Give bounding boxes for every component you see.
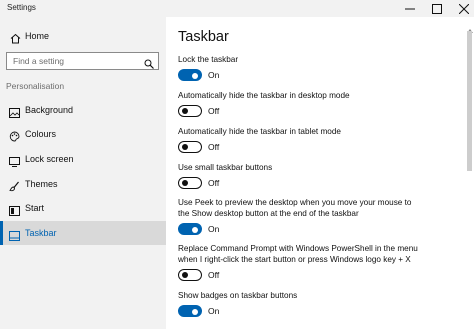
- close-button[interactable]: [451, 0, 474, 17]
- setting-autohide-tablet: Automatically hide the taskbar in tablet…: [178, 126, 458, 155]
- autohide-tablet-toggle[interactable]: [178, 141, 202, 153]
- close-icon: [459, 3, 469, 14]
- minimize-button[interactable]: [397, 0, 423, 17]
- search-placeholder: Find a setting: [13, 56, 65, 66]
- main-content: Taskbar Lock the taskbar On Automaticall…: [166, 17, 466, 329]
- setting-label: Replace Command Prompt with Windows Powe…: [178, 244, 418, 264]
- maximize-icon: [432, 3, 442, 14]
- sidebar-item-lock-screen[interactable]: Lock screen: [0, 147, 166, 171]
- toggle-knob: [181, 271, 188, 278]
- powershell-toggle[interactable]: [178, 269, 202, 281]
- title-bar: Settings: [0, 0, 474, 17]
- setting-label: Automatically hide the taskbar in tablet…: [178, 127, 341, 136]
- setting-peek: Use Peek to preview the desktop when you…: [178, 197, 458, 237]
- sidebar-item-home[interactable]: Home: [0, 27, 166, 47]
- image-icon: [9, 105, 20, 123]
- home-icon: [10, 31, 21, 49]
- toggle-knob: [192, 72, 198, 79]
- sidebar-item-label: Themes: [25, 179, 58, 189]
- palette-icon: [9, 129, 20, 147]
- sidebar-item-taskbar[interactable]: Taskbar: [0, 221, 166, 245]
- setting-label: Use small taskbar buttons: [178, 163, 273, 172]
- toggle-knob: [192, 308, 198, 315]
- setting-label: Use Peek to preview the desktop when you…: [178, 198, 412, 218]
- setting-small-buttons: Use small taskbar buttons Off: [178, 162, 458, 191]
- sidebar-item-label: Start: [25, 203, 45, 213]
- badges-toggle[interactable]: [178, 305, 202, 317]
- toggle-state: Off: [208, 270, 220, 280]
- toggle-state: On: [208, 224, 220, 234]
- search-icon[interactable]: [144, 56, 154, 74]
- sidebar-item-label: Lock screen: [25, 154, 74, 164]
- taskbar-icon: [9, 228, 20, 246]
- toggle-state: Off: [208, 142, 220, 152]
- search-input[interactable]: Find a setting: [6, 52, 159, 70]
- toggle-knob: [181, 143, 188, 150]
- sidebar-item-background[interactable]: Background: [0, 98, 166, 122]
- page-title: Taskbar: [178, 29, 229, 45]
- sidebar-item-label: Taskbar: [25, 228, 57, 238]
- small-buttons-toggle[interactable]: [178, 177, 202, 189]
- sidebar-item-label: Colours: [25, 129, 57, 139]
- toggle-state: Off: [208, 178, 220, 188]
- toggle-state: Off: [208, 106, 220, 116]
- sidebar: Home Find a setting Personalisation Back…: [0, 17, 166, 329]
- lock-screen-icon: [9, 154, 20, 172]
- active-indicator: [0, 221, 3, 245]
- setting-label: Show badges on taskbar buttons: [178, 291, 298, 300]
- setting-label: Lock the taskbar: [178, 55, 239, 64]
- section-label: Personalisation: [6, 81, 65, 91]
- setting-lock-taskbar: Lock the taskbar On: [178, 54, 458, 83]
- toggle-knob: [181, 107, 188, 114]
- setting-label: Automatically hide the taskbar in deskto…: [178, 91, 350, 100]
- sidebar-item-label: Background: [25, 105, 74, 115]
- start-icon: [9, 203, 20, 221]
- scrollbar[interactable]: [466, 17, 474, 329]
- setting-powershell: Replace Command Prompt with Windows Powe…: [178, 243, 458, 283]
- sidebar-item-themes[interactable]: Themes: [0, 172, 166, 196]
- lock-taskbar-toggle[interactable]: [178, 69, 202, 81]
- autohide-desktop-toggle[interactable]: [178, 105, 202, 117]
- sidebar-item-start[interactable]: Start: [0, 196, 166, 220]
- scroll-thumb[interactable]: [467, 31, 472, 171]
- toggle-state: On: [208, 70, 220, 80]
- toggle-state: On: [208, 306, 220, 316]
- toggle-knob: [181, 179, 188, 186]
- brush-icon: [9, 179, 20, 197]
- sidebar-item-colours[interactable]: Colours: [0, 122, 166, 146]
- setting-autohide-desktop: Automatically hide the taskbar in deskto…: [178, 90, 458, 119]
- minimize-icon: [405, 8, 415, 9]
- toggle-knob: [192, 226, 198, 233]
- setting-badges: Show badges on taskbar buttons On: [178, 290, 458, 319]
- window-title: Settings: [7, 3, 36, 12]
- peek-toggle[interactable]: [178, 223, 202, 235]
- home-label: Home: [25, 31, 50, 41]
- settings-window: Settings Home Find a setting Personalisa…: [0, 0, 474, 329]
- maximize-button[interactable]: [424, 0, 450, 17]
